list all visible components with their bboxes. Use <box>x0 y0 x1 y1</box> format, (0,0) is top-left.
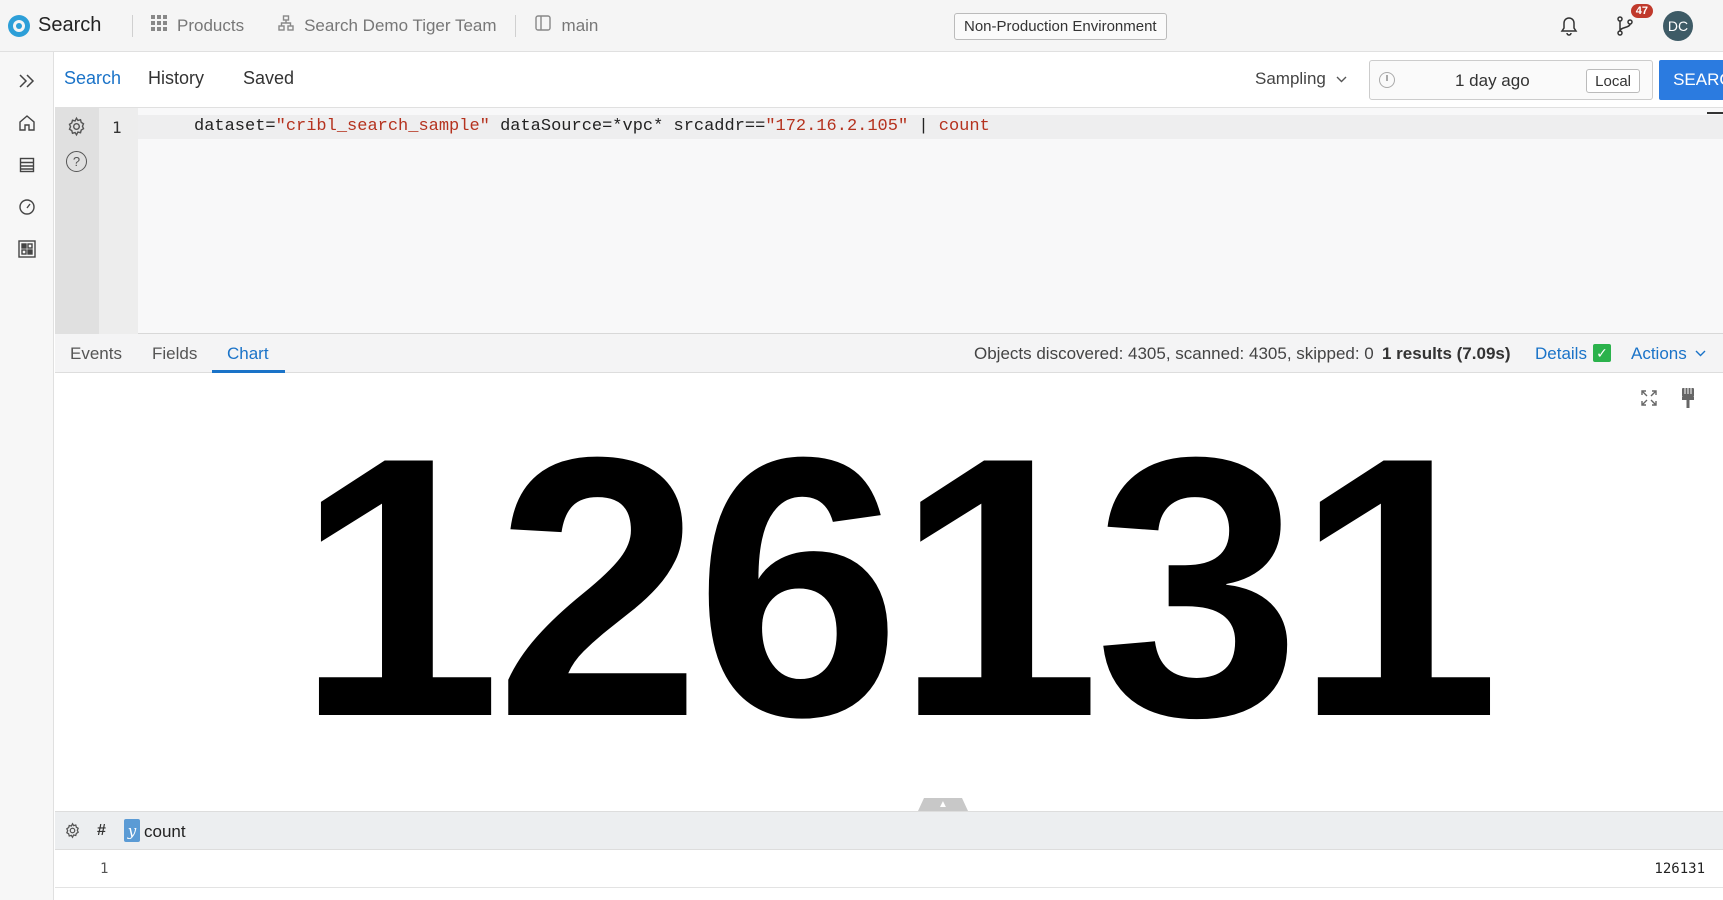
actions-dropdown[interactable]: Actions <box>1631 344 1706 364</box>
numeric-type-badge: y <box>124 819 140 842</box>
environment-badge: Non-Production Environment <box>954 13 1167 40</box>
chart-panel: 126131 ▲ <box>55 373 1723 811</box>
top-bar: Search Products Search Demo Tiger Team m… <box>0 0 1723 52</box>
home-icon[interactable] <box>16 112 38 134</box>
line-number: 1 <box>112 118 122 137</box>
search-button[interactable]: SEARCH <box>1659 60 1723 100</box>
query-text[interactable]: dataset="cribl_search_sample" dataSource… <box>194 115 990 139</box>
git-changes-badge: 47 <box>1630 4 1653 18</box>
bell-icon[interactable] <box>1557 14 1581 38</box>
tab-history[interactable]: History <box>148 68 204 89</box>
tab-chart[interactable]: Chart <box>227 344 269 364</box>
cell-count: 126131 <box>1654 861 1705 877</box>
table-header: # y count <box>55 811 1723 850</box>
query-editor[interactable]: ? 1 dataset="cribl_search_sample" dataSo… <box>55 108 1723 334</box>
tab-events[interactable]: Events <box>70 344 122 364</box>
search-header: Search History Saved Sampling 1 day ago … <box>55 52 1723 108</box>
actions-label: Actions <box>1631 344 1687 363</box>
row-number: 1 <box>100 861 109 877</box>
chevron-down-icon <box>1336 72 1347 86</box>
single-value-display: 126131 <box>295 381 1501 794</box>
check-icon: ✓ <box>1593 344 1611 362</box>
branch-menu[interactable]: main <box>522 14 611 38</box>
dashboards-grid-icon[interactable] <box>16 238 38 260</box>
tab-search[interactable]: Search <box>64 68 121 89</box>
org-label: Search Demo Tiger Team <box>304 15 497 35</box>
editor-toolbar: ? <box>55 108 99 334</box>
table-row[interactable]: 1 126131 <box>55 850 1723 888</box>
results-count: 1 results (7.09s) <box>1382 344 1511 363</box>
query-token: dataset= <box>194 117 276 136</box>
query-token: | <box>908 117 939 136</box>
tab-fields[interactable]: Fields <box>152 344 197 364</box>
timezone-toggle[interactable]: Local <box>1586 69 1640 93</box>
results-tab-bar: Events Fields Chart Objects discovered: … <box>55 334 1723 373</box>
search-logo-icon <box>8 14 30 37</box>
branch-icon <box>534 14 552 37</box>
products-menu[interactable]: Products <box>139 14 256 38</box>
gear-icon[interactable] <box>66 116 87 142</box>
products-label: Products <box>177 15 245 35</box>
brand[interactable]: Search <box>0 14 126 37</box>
branch-label: main <box>561 15 599 35</box>
left-rail <box>0 52 54 900</box>
divider <box>514 14 516 37</box>
gear-icon[interactable] <box>64 822 81 844</box>
line-gutter <box>99 108 138 334</box>
expand-sidebar-icon[interactable] <box>16 70 38 92</box>
brand-title: Search <box>38 14 102 36</box>
sampling-label: Sampling <box>1255 69 1326 88</box>
row-number-header: # <box>97 822 106 839</box>
tab-saved[interactable]: Saved <box>243 68 294 89</box>
query-token: count <box>938 117 990 136</box>
clock-icon <box>1379 72 1395 88</box>
chevron-down-icon <box>1695 348 1706 360</box>
time-range-value: 1 day ago <box>1455 71 1530 90</box>
scrollbar-marker <box>1707 112 1723 114</box>
time-range-picker[interactable]: 1 day ago Local <box>1369 60 1653 100</box>
datasets-icon[interactable] <box>16 154 38 176</box>
objects-stats: Objects discovered: 4305, scanned: 4305,… <box>974 344 1374 363</box>
query-token: "cribl_search_sample" <box>275 117 490 136</box>
divider <box>132 14 133 37</box>
top-right-controls: 47 DC <box>1557 0 1723 52</box>
org-menu[interactable]: Search Demo Tiger Team <box>266 14 508 38</box>
panel-resize-handle[interactable]: ▲ <box>918 798 968 811</box>
query-token: dataSource=*vpc* srcaddr== <box>489 117 766 136</box>
details-link[interactable]: Details <box>1535 344 1587 364</box>
grid-icon <box>151 15 167 36</box>
dashboard-gauge-icon[interactable] <box>16 196 38 218</box>
query-token: "172.16.2.105" <box>765 117 909 136</box>
column-header-count[interactable]: count <box>144 822 186 842</box>
org-chart-icon <box>278 15 294 36</box>
git-branch-icon[interactable]: 47 <box>1611 4 1653 40</box>
help-icon[interactable]: ? <box>66 151 87 172</box>
sampling-dropdown[interactable]: Sampling <box>1255 69 1347 89</box>
avatar[interactable]: DC <box>1663 11 1693 41</box>
